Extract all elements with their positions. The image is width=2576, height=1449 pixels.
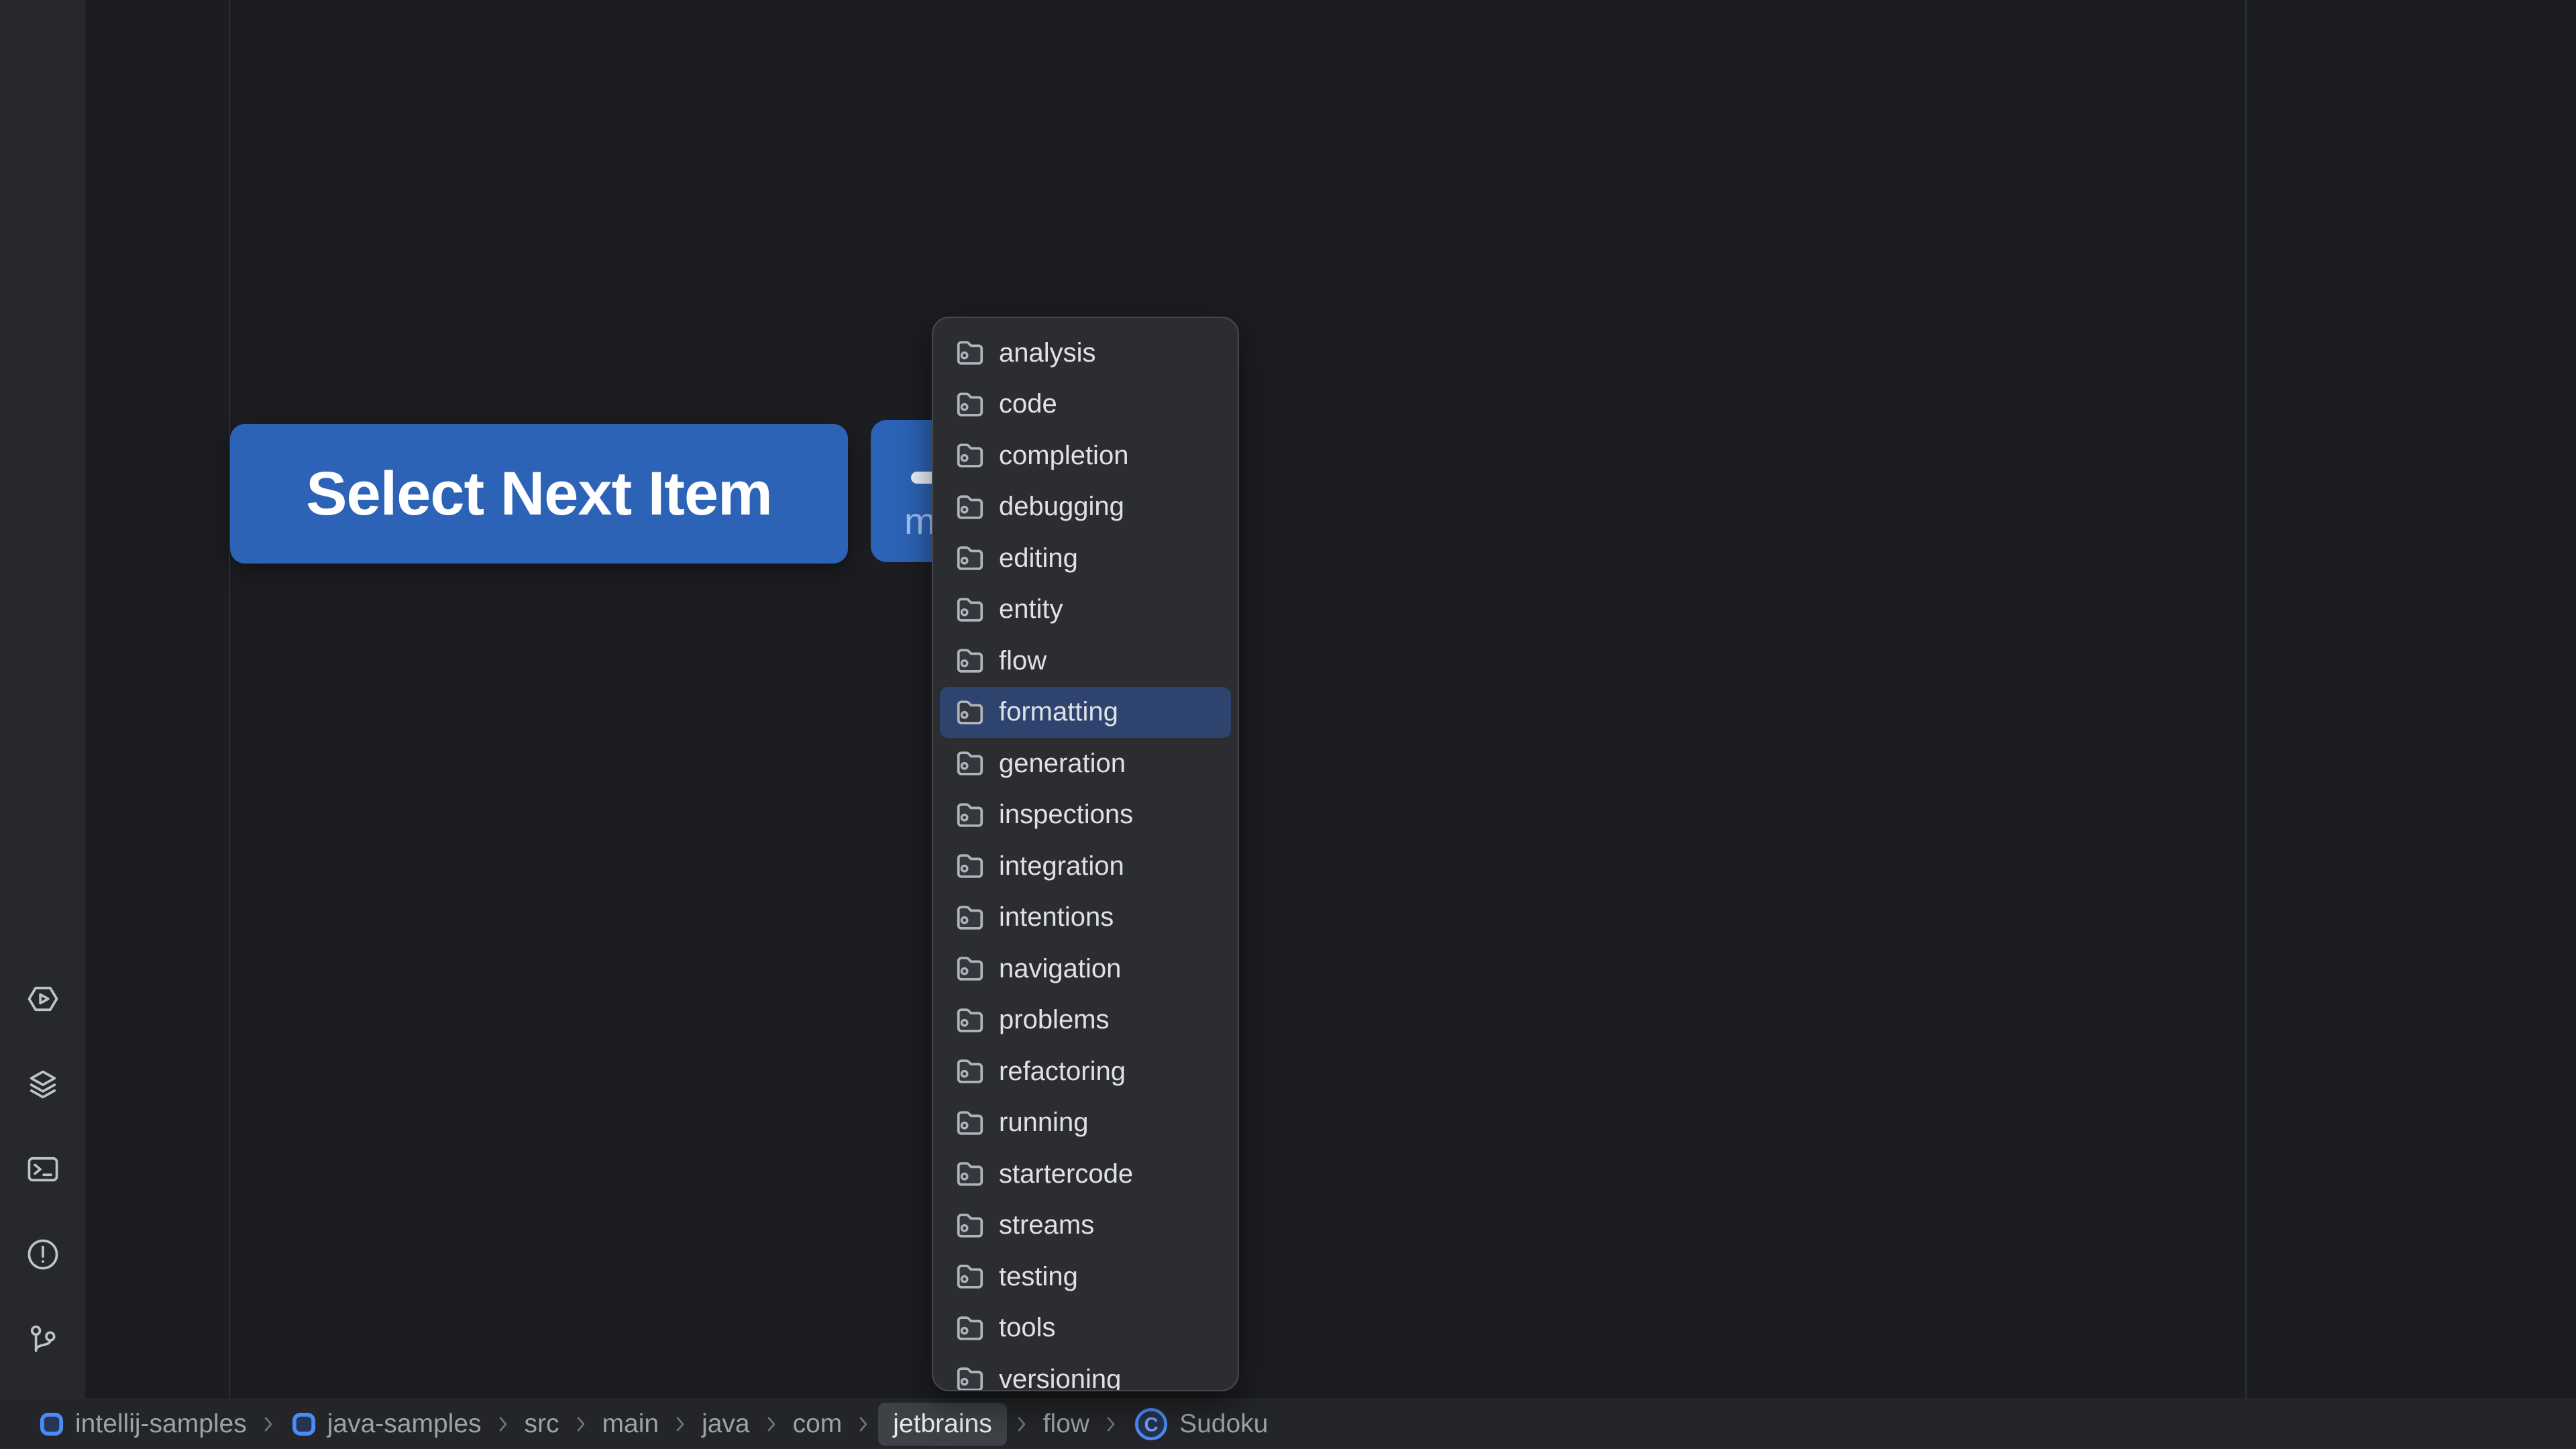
problems-exclamation-icon <box>25 1237 60 1272</box>
folder-icon <box>955 1159 985 1189</box>
popup-item-tools[interactable]: tools <box>940 1303 1231 1354</box>
breadcrumb-java[interactable]: java <box>695 1404 757 1444</box>
folder-icon <box>955 543 985 574</box>
folder-icon <box>955 902 985 933</box>
folder-icon <box>955 1210 985 1241</box>
breadcrumb-bar: intellij-samples java-samples src main j… <box>0 1399 2576 1449</box>
popup-item-entity[interactable]: entity <box>940 584 1231 636</box>
folder-icon <box>955 440 985 471</box>
popup-item-formatting[interactable]: formatting <box>940 687 1231 739</box>
shortcut-letter: m <box>904 499 936 543</box>
breadcrumb-chevron-icon <box>766 1414 777 1434</box>
services-hexagon-play-icon <box>25 981 60 1016</box>
breadcrumb-chevron-icon <box>1106 1414 1116 1434</box>
folder-icon <box>955 1364 985 1391</box>
popup-item-refactoring[interactable]: refactoring <box>940 1046 1231 1097</box>
popup-folder-list: analysis code completion debugging editi… <box>933 327 1238 1391</box>
folder-icon <box>955 645 985 676</box>
popup-item-analysis[interactable]: analysis <box>940 327 1231 379</box>
popup-item-streams[interactable]: streams <box>940 1200 1231 1252</box>
folder-icon <box>955 1056 985 1087</box>
tool-window-button-version-control[interactable] <box>25 1322 60 1357</box>
folder-icon <box>955 1005 985 1036</box>
breadcrumb-chevron-icon <box>858 1414 869 1434</box>
popup-item-integration[interactable]: integration <box>940 841 1231 892</box>
tool-window-button-problems[interactable] <box>25 1237 60 1272</box>
tool-window-button-structure[interactable] <box>25 1067 60 1102</box>
breadcrumb-chevron-icon <box>675 1414 686 1434</box>
folder-icon <box>955 697 985 728</box>
breadcrumb-intellij-samples[interactable]: intellij-samples <box>31 1404 254 1444</box>
tool-window-button-services[interactable] <box>25 981 60 1016</box>
tool-window-button-terminal[interactable] <box>25 1152 60 1187</box>
folder-icon <box>955 748 985 779</box>
folder-icon <box>955 1108 985 1138</box>
popup-item-navigation[interactable]: navigation <box>940 943 1231 995</box>
folder-icon <box>955 1313 985 1344</box>
editor-right-divider <box>2245 0 2247 1399</box>
breadcrumb-flow[interactable]: flow <box>1036 1404 1096 1444</box>
breadcrumb-src[interactable]: src <box>518 1404 566 1444</box>
popup-item-code[interactable]: code <box>940 379 1231 431</box>
popup-item-startercode[interactable]: startercode <box>940 1148 1231 1200</box>
structure-layers-icon <box>25 1067 60 1102</box>
popup-item-generation[interactable]: generation <box>940 738 1231 790</box>
breadcrumb-java-samples[interactable]: java-samples <box>283 1404 488 1444</box>
module-icon <box>290 1410 318 1438</box>
breadcrumb-chevron-icon <box>498 1414 508 1434</box>
breadcrumb-main[interactable]: main <box>596 1404 666 1444</box>
breadcrumb-navigation-popup: analysis code completion debugging editi… <box>932 317 1239 1391</box>
folder-icon <box>955 953 985 984</box>
popup-item-completion[interactable]: completion <box>940 430 1231 482</box>
folder-icon <box>955 851 985 881</box>
git-branch-icon <box>25 1322 60 1357</box>
class-icon: C <box>1132 1405 1170 1443</box>
select-next-item-tooltip[interactable]: Select Next Item <box>230 424 848 564</box>
breadcrumb-chevron-icon <box>263 1414 274 1434</box>
folder-icon <box>955 389 985 420</box>
popup-item-inspections[interactable]: inspections <box>940 790 1231 841</box>
activity-bar <box>0 0 85 1399</box>
breadcrumb-chevron-icon <box>576 1414 586 1434</box>
popup-item-running[interactable]: running <box>940 1097 1231 1149</box>
folder-icon <box>955 1261 985 1292</box>
popup-item-flow[interactable]: flow <box>940 635 1231 687</box>
folder-icon <box>955 800 985 830</box>
popup-item-intentions[interactable]: intentions <box>940 892 1231 944</box>
popup-item-editing[interactable]: editing <box>940 533 1231 584</box>
folder-icon <box>955 594 985 625</box>
editor-left-divider <box>229 0 230 1399</box>
breadcrumb-jetbrains[interactable]: jetbrains <box>878 1403 1006 1446</box>
popup-item-versioning[interactable]: versioning <box>940 1354 1231 1391</box>
folder-icon <box>955 337 985 368</box>
popup-item-problems[interactable]: problems <box>940 995 1231 1046</box>
breadcrumb-chevron-icon <box>1016 1414 1027 1434</box>
popup-item-debugging[interactable]: debugging <box>940 482 1231 533</box>
module-icon <box>38 1410 66 1438</box>
breadcrumb-Sudoku[interactable]: C Sudoku <box>1126 1400 1275 1448</box>
svg-text:C: C <box>1144 1414 1159 1436</box>
terminal-icon <box>25 1152 60 1187</box>
tooltip-label: Select Next Item <box>306 459 772 529</box>
breadcrumb-com[interactable]: com <box>786 1404 849 1444</box>
folder-icon <box>955 492 985 523</box>
popup-item-testing[interactable]: testing <box>940 1251 1231 1303</box>
